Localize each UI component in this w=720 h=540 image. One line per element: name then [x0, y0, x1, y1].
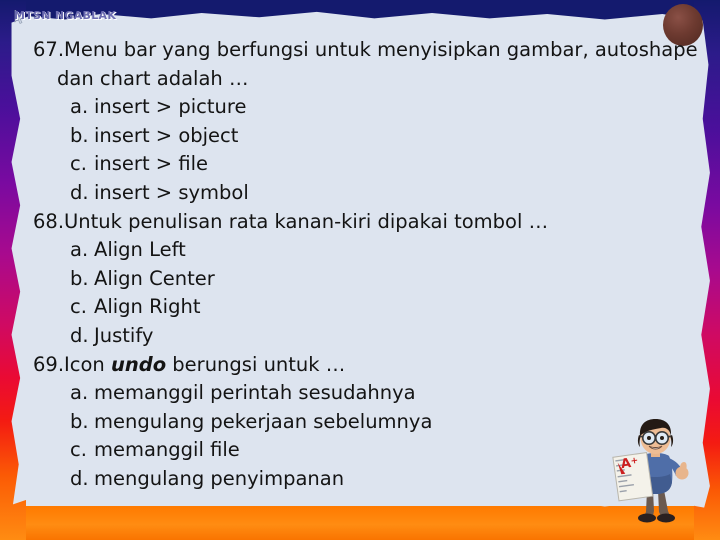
question-69-stem-line-1: 69.Icon undo berungsi untuk … [0, 351, 720, 380]
option-text: insert > picture [94, 95, 247, 119]
mascot-student-icon: A + [612, 419, 689, 523]
slide-canvas: MTSN NGABLAK 67.Menu bar yang berfungsi … [0, 0, 720, 540]
option-letter: c. [70, 295, 87, 319]
option-text: insert > symbol [94, 180, 249, 204]
option-text: mengulang penyimpanan [94, 466, 345, 490]
question-69-stem-emphasis: undo [110, 352, 167, 376]
svg-text:+: + [630, 456, 639, 467]
option-letter: b. [70, 409, 89, 433]
question-69-number: 69. [33, 352, 65, 376]
question-68-option-d[interactable]: d. Justify [0, 322, 720, 351]
option-text: insert > object [94, 123, 239, 147]
option-letter: a. [70, 238, 89, 262]
option-text: Align Right [94, 295, 201, 319]
option-letter: a. [70, 381, 89, 405]
option-text: mengulang pekerjaan sebelumnya [94, 409, 433, 433]
option-letter: c. [70, 438, 87, 462]
question-68-stem-text-1: Untuk penulisan rata kanan-kiri dipakai … [64, 209, 549, 233]
question-69-stem-suffix: berungsi untuk … [166, 352, 346, 376]
option-letter: a. [70, 95, 89, 119]
question-68-option-c[interactable]: c. Align Right [0, 293, 720, 322]
option-text: Align Center [94, 266, 215, 290]
option-letter: b. [70, 123, 89, 147]
question-67-number: 67. [33, 38, 65, 61]
option-letter: d. [70, 180, 89, 204]
option-text: Justify [94, 323, 154, 347]
question-69-option-a[interactable]: a. memanggil perintah sesudahnya [0, 379, 720, 408]
question-67-option-b[interactable]: b. insert > object [0, 122, 720, 151]
question-68-option-a[interactable]: a. Align Left [0, 236, 720, 265]
question-68-option-b[interactable]: b. Align Center [0, 265, 720, 294]
question-68-stem-line-1: 68.Untuk penulisan rata kanan-kiri dipak… [0, 208, 720, 237]
option-text: memanggil file [94, 438, 240, 462]
question-67-stem-line-1: 67.Menu bar yang berfungsi untuk menyisi… [0, 36, 720, 65]
page-title: MTSN NGABLAK [14, 9, 117, 22]
question-67-stem-line-2: dan chart adalah … [57, 66, 249, 90]
option-letter: b. [70, 266, 89, 290]
question-67-option-d[interactable]: d. insert > symbol [0, 179, 720, 208]
question-67-stem-text-1: Menu bar yang berfungsi untuk menyisipka… [64, 38, 698, 61]
option-text: Align Left [94, 238, 186, 262]
option-letter: d. [70, 323, 89, 347]
option-text: memanggil perintah sesudahnya [94, 381, 416, 405]
question-67-option-a[interactable]: a. insert > picture [0, 93, 720, 122]
option-letter: d. [70, 466, 89, 490]
option-letter: c. [70, 152, 87, 176]
question-69-stem-prefix: Icon [64, 352, 111, 376]
question-68-number: 68. [33, 209, 65, 233]
option-text: insert > file [94, 152, 209, 176]
question-67-option-c[interactable]: c. insert > file [0, 150, 720, 179]
